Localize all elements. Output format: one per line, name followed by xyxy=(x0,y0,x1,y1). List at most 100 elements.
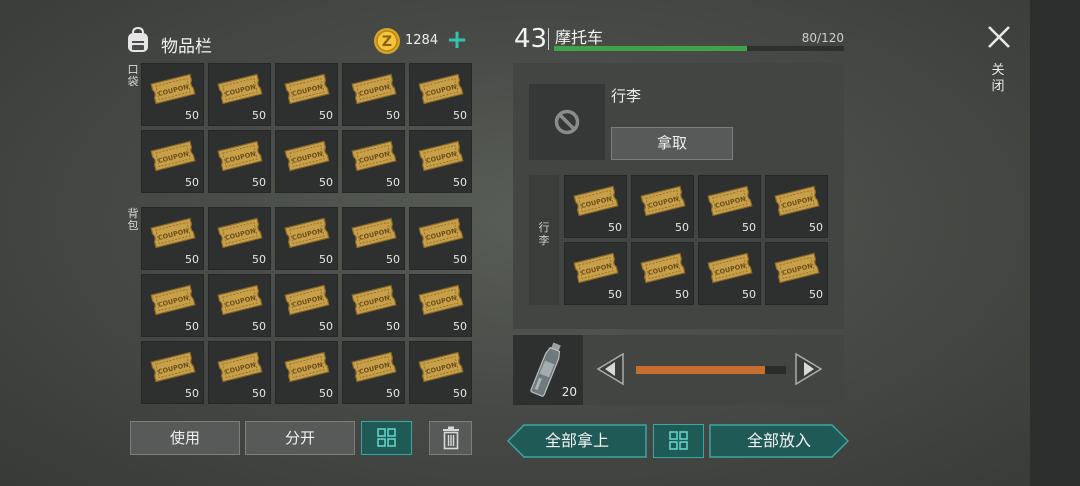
quantity-slider[interactable] xyxy=(636,366,786,374)
item-slot[interactable]: COUPON 50 xyxy=(208,63,271,126)
item-slot[interactable]: COUPON 50 xyxy=(141,130,204,193)
ticket-icon: COUPON xyxy=(573,252,619,284)
item-slot[interactable]: COUPON 50 xyxy=(208,274,271,337)
item-quantity: 50 xyxy=(453,109,467,122)
item-quantity: 50 xyxy=(319,109,333,122)
item-slot[interactable]: COUPON 50 xyxy=(275,63,338,126)
ticket-icon: COUPON xyxy=(640,252,686,284)
take-button-label: 拿取 xyxy=(656,134,687,152)
item-slot[interactable]: COUPON 50 xyxy=(342,207,405,270)
take-all-button[interactable]: 全部拿上 xyxy=(507,424,647,458)
item-slot[interactable]: COUPON 50 xyxy=(698,242,761,305)
discard-button[interactable] xyxy=(429,421,472,455)
item-slot[interactable]: COUPON 50 xyxy=(409,274,472,337)
vehicle-capacity-bar xyxy=(554,46,844,51)
put-all-button[interactable]: 全部放入 xyxy=(709,424,849,458)
ticket-icon: COUPON xyxy=(573,185,619,217)
item-slot[interactable]: COUPON 50 xyxy=(765,175,828,238)
item-slot[interactable]: COUPON 50 xyxy=(208,207,271,270)
luggage-side-label-bar: 行李 xyxy=(529,175,559,305)
vehicle-level: 43 xyxy=(514,24,548,54)
ticket-icon: COUPON xyxy=(217,73,263,105)
ticket-icon: COUPON xyxy=(707,252,753,284)
sort-vehicle-button[interactable] xyxy=(653,424,704,458)
item-slot[interactable]: COUPON 50 xyxy=(342,130,405,193)
item-slot[interactable]: COUPON 50 xyxy=(208,130,271,193)
item-quantity: 50 xyxy=(252,320,266,333)
ticket-icon: COUPON xyxy=(150,217,196,249)
backpack-grid: COUPON 50 COUPON 50 COUPON 50 COUPON 50 … xyxy=(141,207,472,404)
ticket-icon: COUPON xyxy=(217,140,263,172)
water-quantity: 20 xyxy=(561,385,577,399)
item-quantity: 50 xyxy=(252,387,266,400)
item-quantity: 50 xyxy=(453,387,467,400)
backpack-icon xyxy=(128,26,148,52)
ticket-icon: COUPON xyxy=(351,351,397,383)
take-button[interactable]: 拿取 xyxy=(611,127,733,160)
sort-inventory-button[interactable] xyxy=(361,421,412,455)
item-slot[interactable]: COUPON 50 xyxy=(275,207,338,270)
split-button[interactable]: 分开 xyxy=(245,421,355,455)
item-quantity: 50 xyxy=(386,253,400,266)
item-slot[interactable]: COUPON 50 xyxy=(342,341,405,404)
ticket-icon: COUPON xyxy=(418,284,464,316)
ticket-icon: COUPON xyxy=(284,140,330,172)
arrow-left-icon[interactable] xyxy=(595,352,625,386)
split-button-label: 分开 xyxy=(284,429,315,447)
ticket-icon: COUPON xyxy=(418,351,464,383)
item-slot[interactable]: COUPON 50 xyxy=(765,242,828,305)
item-slot[interactable]: COUPON 50 xyxy=(275,341,338,404)
grid-sort-icon xyxy=(669,431,688,450)
ticket-icon: COUPON xyxy=(774,252,820,284)
item-quantity: 50 xyxy=(809,288,823,301)
item-quantity: 50 xyxy=(319,320,333,333)
ticket-icon: COUPON xyxy=(351,140,397,172)
item-slot[interactable]: COUPON 50 xyxy=(698,175,761,238)
luggage-preview xyxy=(529,84,605,160)
item-slot[interactable]: COUPON 50 xyxy=(342,63,405,126)
item-slot[interactable]: COUPON 50 xyxy=(342,274,405,337)
add-coins-button[interactable]: + xyxy=(442,26,472,56)
item-slot[interactable]: COUPON 50 xyxy=(564,242,627,305)
item-quantity: 50 xyxy=(675,221,689,234)
ticket-icon: COUPON xyxy=(351,284,397,316)
item-quantity: 50 xyxy=(608,221,622,234)
item-quantity: 50 xyxy=(453,253,467,266)
close-icon[interactable] xyxy=(984,22,1014,52)
plus-icon: + xyxy=(446,25,468,55)
item-slot[interactable]: COUPON 50 xyxy=(409,341,472,404)
item-slot[interactable]: COUPON 50 xyxy=(275,130,338,193)
water-bottle-slot[interactable]: 20 xyxy=(513,335,583,405)
ticket-icon: COUPON xyxy=(418,140,464,172)
item-slot[interactable]: COUPON 50 xyxy=(631,175,694,238)
item-quantity: 50 xyxy=(319,387,333,400)
ticket-icon: COUPON xyxy=(707,185,753,217)
right-edge-panel xyxy=(1030,0,1080,486)
item-slot[interactable]: COUPON 50 xyxy=(208,341,271,404)
luggage-side-label: 行李 xyxy=(538,221,550,247)
item-slot[interactable]: COUPON 50 xyxy=(564,175,627,238)
item-quantity: 50 xyxy=(185,253,199,266)
arrow-right-icon[interactable] xyxy=(794,352,824,386)
take-all-label: 全部拿上 xyxy=(544,431,609,450)
ticket-icon: COUPON xyxy=(640,185,686,217)
item-slot[interactable]: COUPON 50 xyxy=(409,130,472,193)
luggage-grid: COUPON 50 COUPON 50 COUPON 50 COUPON 50 … xyxy=(564,175,828,305)
use-button[interactable]: 使用 xyxy=(130,421,240,455)
item-slot[interactable]: COUPON 50 xyxy=(409,63,472,126)
pocket-grid: COUPON 50 COUPON 50 COUPON 50 COUPON 50 … xyxy=(141,63,472,193)
item-slot[interactable]: COUPON 50 xyxy=(141,207,204,270)
item-slot[interactable]: COUPON 50 xyxy=(409,207,472,270)
close-label[interactable]: 关闭 xyxy=(990,63,1006,95)
item-slot[interactable]: COUPON 50 xyxy=(141,274,204,337)
grid-sort-icon xyxy=(377,428,396,447)
ticket-icon: COUPON xyxy=(284,73,330,105)
item-quantity: 50 xyxy=(453,176,467,189)
item-slot[interactable]: COUPON 50 xyxy=(141,341,204,404)
ticket-icon: COUPON xyxy=(284,284,330,316)
item-slot[interactable]: COUPON 50 xyxy=(631,242,694,305)
item-quantity: 50 xyxy=(252,109,266,122)
item-slot[interactable]: COUPON 50 xyxy=(275,274,338,337)
item-quantity: 50 xyxy=(742,221,756,234)
item-slot[interactable]: COUPON 50 xyxy=(141,63,204,126)
